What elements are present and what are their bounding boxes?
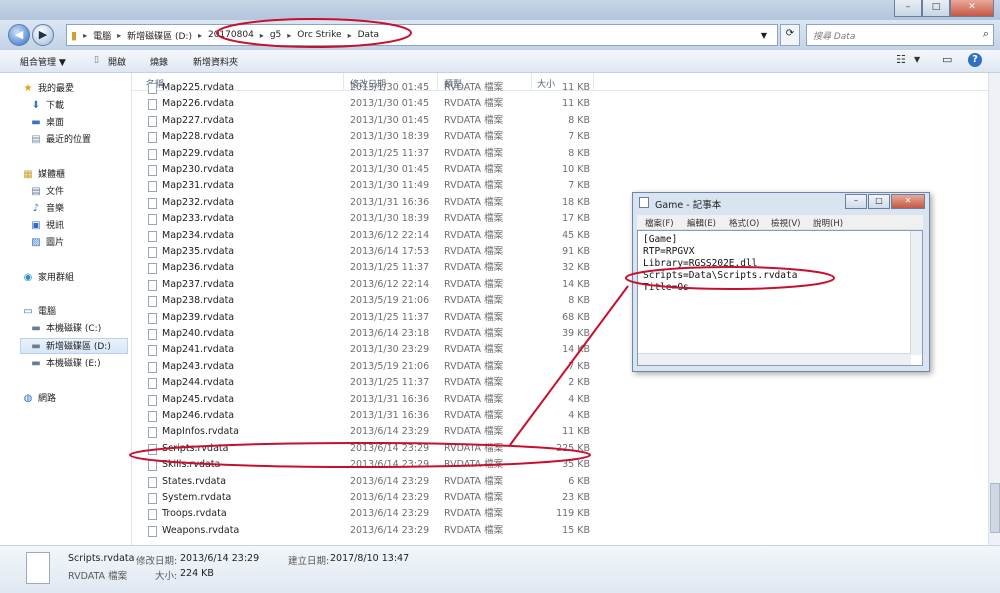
annotation-ellipse-file (129, 442, 591, 468)
annotation-ellipse-path (216, 18, 412, 48)
annotation-ellipse-line (625, 266, 835, 290)
annotation-overlay (129, 18, 835, 468)
annotation-connector-line (509, 285, 629, 446)
